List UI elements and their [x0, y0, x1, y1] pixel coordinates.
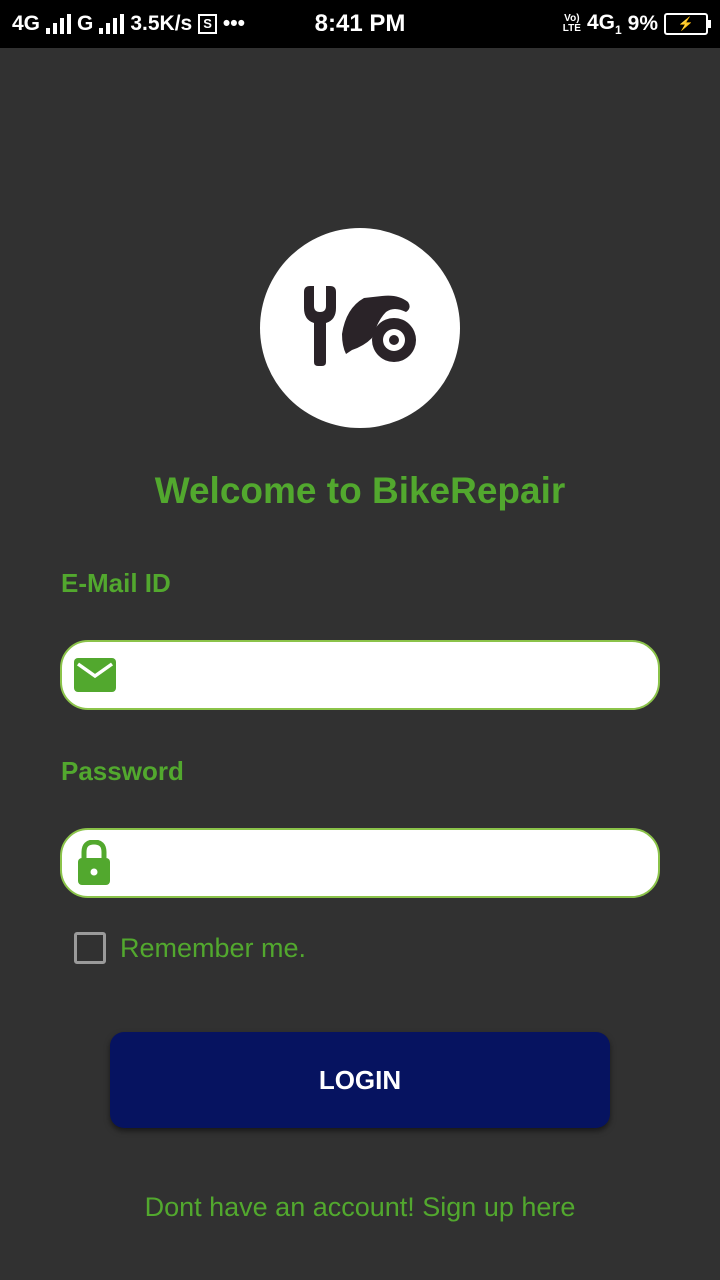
status-left: 4G G 3.5K/s S ••• [12, 0, 245, 48]
battery-icon: ⚡ [664, 13, 711, 35]
volte-bottom: LTE [562, 23, 581, 34]
signup-link[interactable]: Dont have an account! Sign up here [0, 1192, 720, 1223]
password-field[interactable] [60, 828, 660, 898]
more-notifications-icon: ••• [222, 12, 245, 35]
charging-icon: ⚡ [677, 16, 695, 31]
remember-me-checkbox[interactable] [74, 932, 106, 964]
signal-bars-icon [46, 14, 72, 34]
network-type-2: G [77, 12, 94, 35]
remember-me-row[interactable]: Remember me. [74, 932, 306, 964]
lock-icon [78, 840, 110, 885]
password-input[interactable] [132, 840, 636, 888]
email-input[interactable] [132, 652, 636, 700]
mail-icon [74, 658, 116, 692]
sim-index: 1 [614, 23, 622, 38]
email-label: E-Mail ID [61, 568, 171, 598]
app-logo [260, 228, 460, 428]
screenshot-icon: S [198, 14, 217, 34]
network-type-3: 4G1 [587, 11, 622, 37]
network-type-3-label: 4G [586, 10, 615, 34]
status-right: Vo) LTE 4G1 9% ⚡ [563, 0, 711, 48]
signal-bars-icon [99, 14, 125, 34]
login-button[interactable]: LOGIN [110, 1032, 610, 1128]
remember-me-label[interactable]: Remember me. [120, 933, 306, 964]
network-speed: 3.5K/s [130, 12, 193, 35]
status-bar: 4G G 3.5K/s S ••• 8:41 PM Vo) LTE 4G1 9%… [0, 0, 720, 48]
battery-percent: 9% [627, 12, 658, 35]
network-type-1: 4G [12, 12, 41, 35]
volte-icon: Vo) LTE [563, 14, 581, 34]
email-field[interactable] [60, 640, 660, 710]
password-label: Password [61, 756, 184, 786]
welcome-title: Welcome to BikeRepair [154, 470, 566, 511]
bike-repair-logo-icon [304, 286, 416, 366]
